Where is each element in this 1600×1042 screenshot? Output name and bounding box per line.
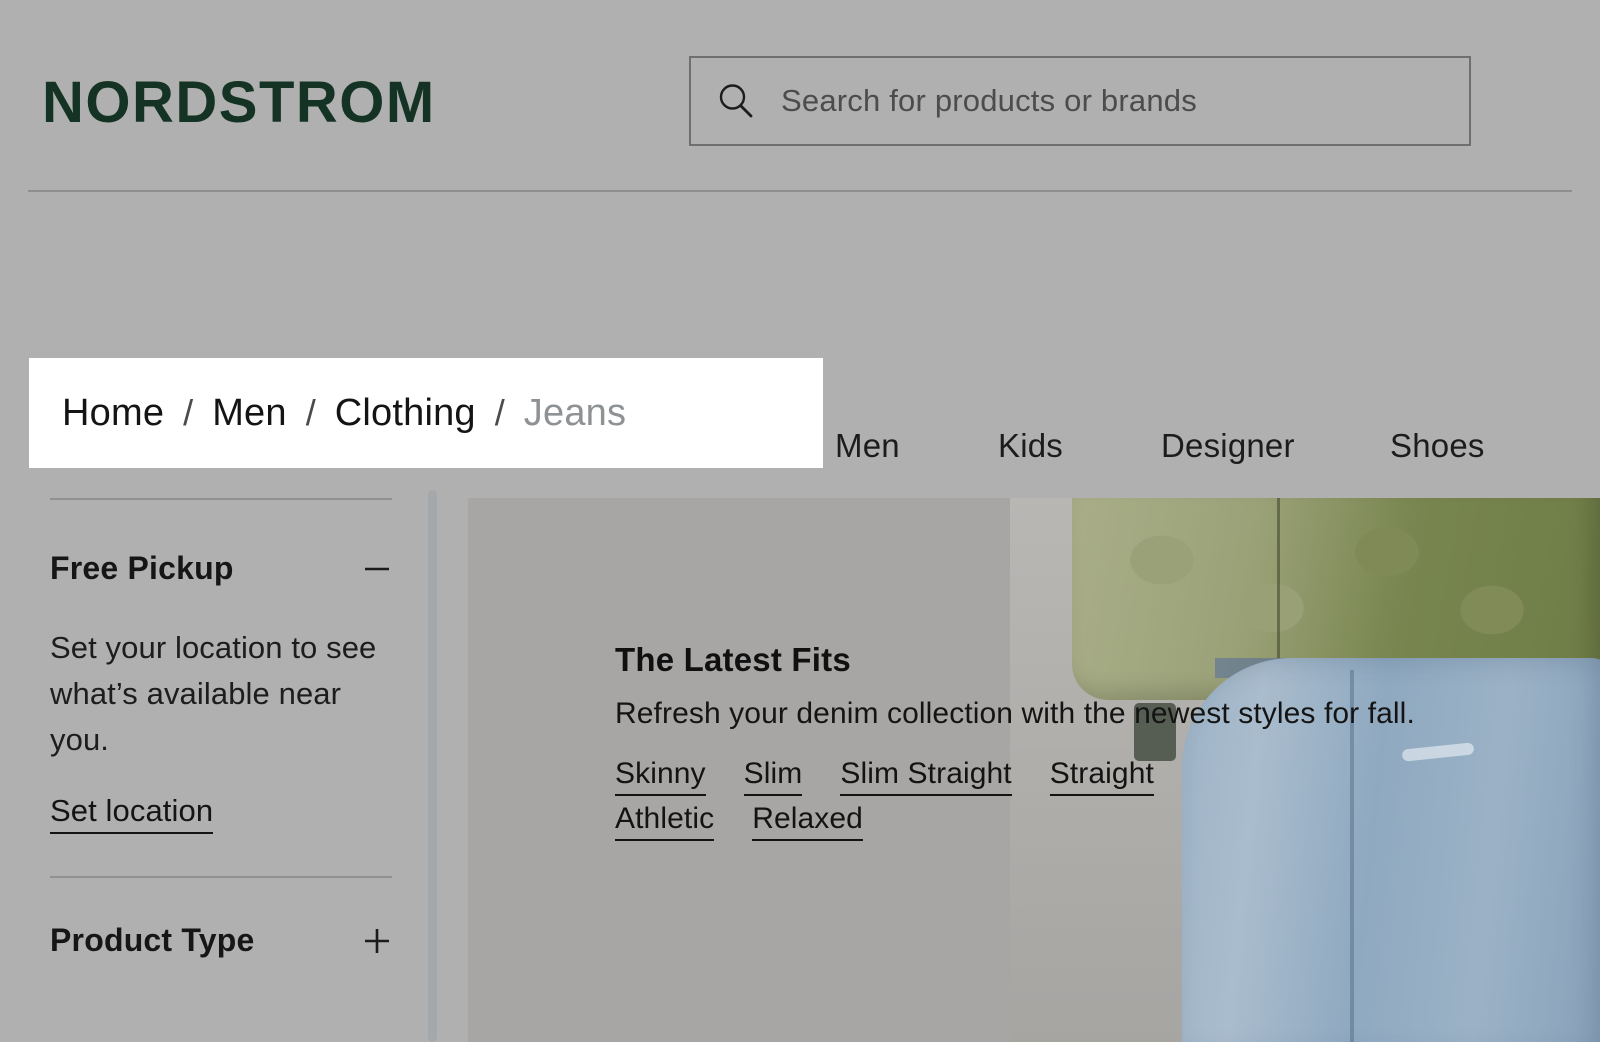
nordstrom-logo[interactable]: NORDSTROM xyxy=(42,74,436,132)
set-location-link[interactable]: Set location xyxy=(50,793,213,834)
nav-item-designer[interactable]: Designer xyxy=(1161,427,1295,465)
hero-title: The Latest Fits xyxy=(615,641,1375,679)
nav-label: Designer xyxy=(1161,427,1295,465)
breadcrumb-item-clothing[interactable]: Clothing xyxy=(335,392,476,435)
facet-product-type-header[interactable]: Product Type xyxy=(50,922,392,959)
site-header: NORDSTROM xyxy=(0,0,1600,193)
search-icon xyxy=(717,82,755,120)
breadcrumb-item-home[interactable]: Home xyxy=(62,392,164,435)
hero-subtitle: Refresh your denim collection with the n… xyxy=(615,697,1375,731)
breadcrumb-item-jeans: Jeans xyxy=(524,392,626,435)
facet-free-pickup-header[interactable]: Free Pickup xyxy=(50,550,392,587)
breadcrumb: Home / Men / Clothing / Jeans xyxy=(29,358,823,468)
sidebar-divider xyxy=(50,498,392,500)
search-bar[interactable] xyxy=(689,56,1471,146)
main-content: Free Pickup Set your location to see wha… xyxy=(0,468,1600,1042)
header-divider xyxy=(28,190,1572,192)
minus-icon[interactable] xyxy=(362,554,392,584)
breadcrumb-item-men[interactable]: Men xyxy=(212,392,287,435)
search-input[interactable] xyxy=(781,83,1421,119)
hero-copy: The Latest Fits Refresh your denim colle… xyxy=(615,641,1375,841)
fit-link-relaxed[interactable]: Relaxed xyxy=(752,802,863,841)
hero-banner[interactable]: The Latest Fits Refresh your denim colle… xyxy=(468,498,1600,1042)
fit-link-athletic[interactable]: Athletic xyxy=(615,802,714,841)
nav-label: Shoes xyxy=(1390,427,1485,465)
plus-icon[interactable] xyxy=(362,926,392,956)
filters-sidebar: Free Pickup Set your location to see wha… xyxy=(0,468,432,1042)
fit-links: Skinny Slim Slim Straight Straight Athle… xyxy=(615,757,1255,841)
nav-label: Kids xyxy=(998,427,1063,465)
nav-item-men[interactable]: Men xyxy=(835,427,900,465)
facet-title: Product Type xyxy=(50,922,255,959)
facet-title: Free Pickup xyxy=(50,550,234,587)
nav-label: Men xyxy=(835,427,900,465)
facet-free-pickup-description: Set your location to see what’s availabl… xyxy=(50,625,402,763)
nav-item-shoes[interactable]: Shoes xyxy=(1390,427,1485,465)
fit-link-straight[interactable]: Straight xyxy=(1050,757,1154,796)
sidebar-scrollbar[interactable] xyxy=(428,490,437,1042)
nav-item-kids[interactable]: Kids xyxy=(998,427,1063,465)
sidebar-divider xyxy=(50,876,392,878)
fit-link-slim[interactable]: Slim xyxy=(744,757,803,796)
breadcrumb-separator: / xyxy=(306,392,316,434)
breadcrumb-separator: / xyxy=(183,392,193,434)
breadcrumb-separator: / xyxy=(495,392,505,434)
fit-link-skinny[interactable]: Skinny xyxy=(615,757,706,796)
primary-nav: Holiday Gifts Sale Women Men Kids Design… xyxy=(0,193,1600,348)
fit-link-slim-straight[interactable]: Slim Straight xyxy=(840,757,1011,796)
